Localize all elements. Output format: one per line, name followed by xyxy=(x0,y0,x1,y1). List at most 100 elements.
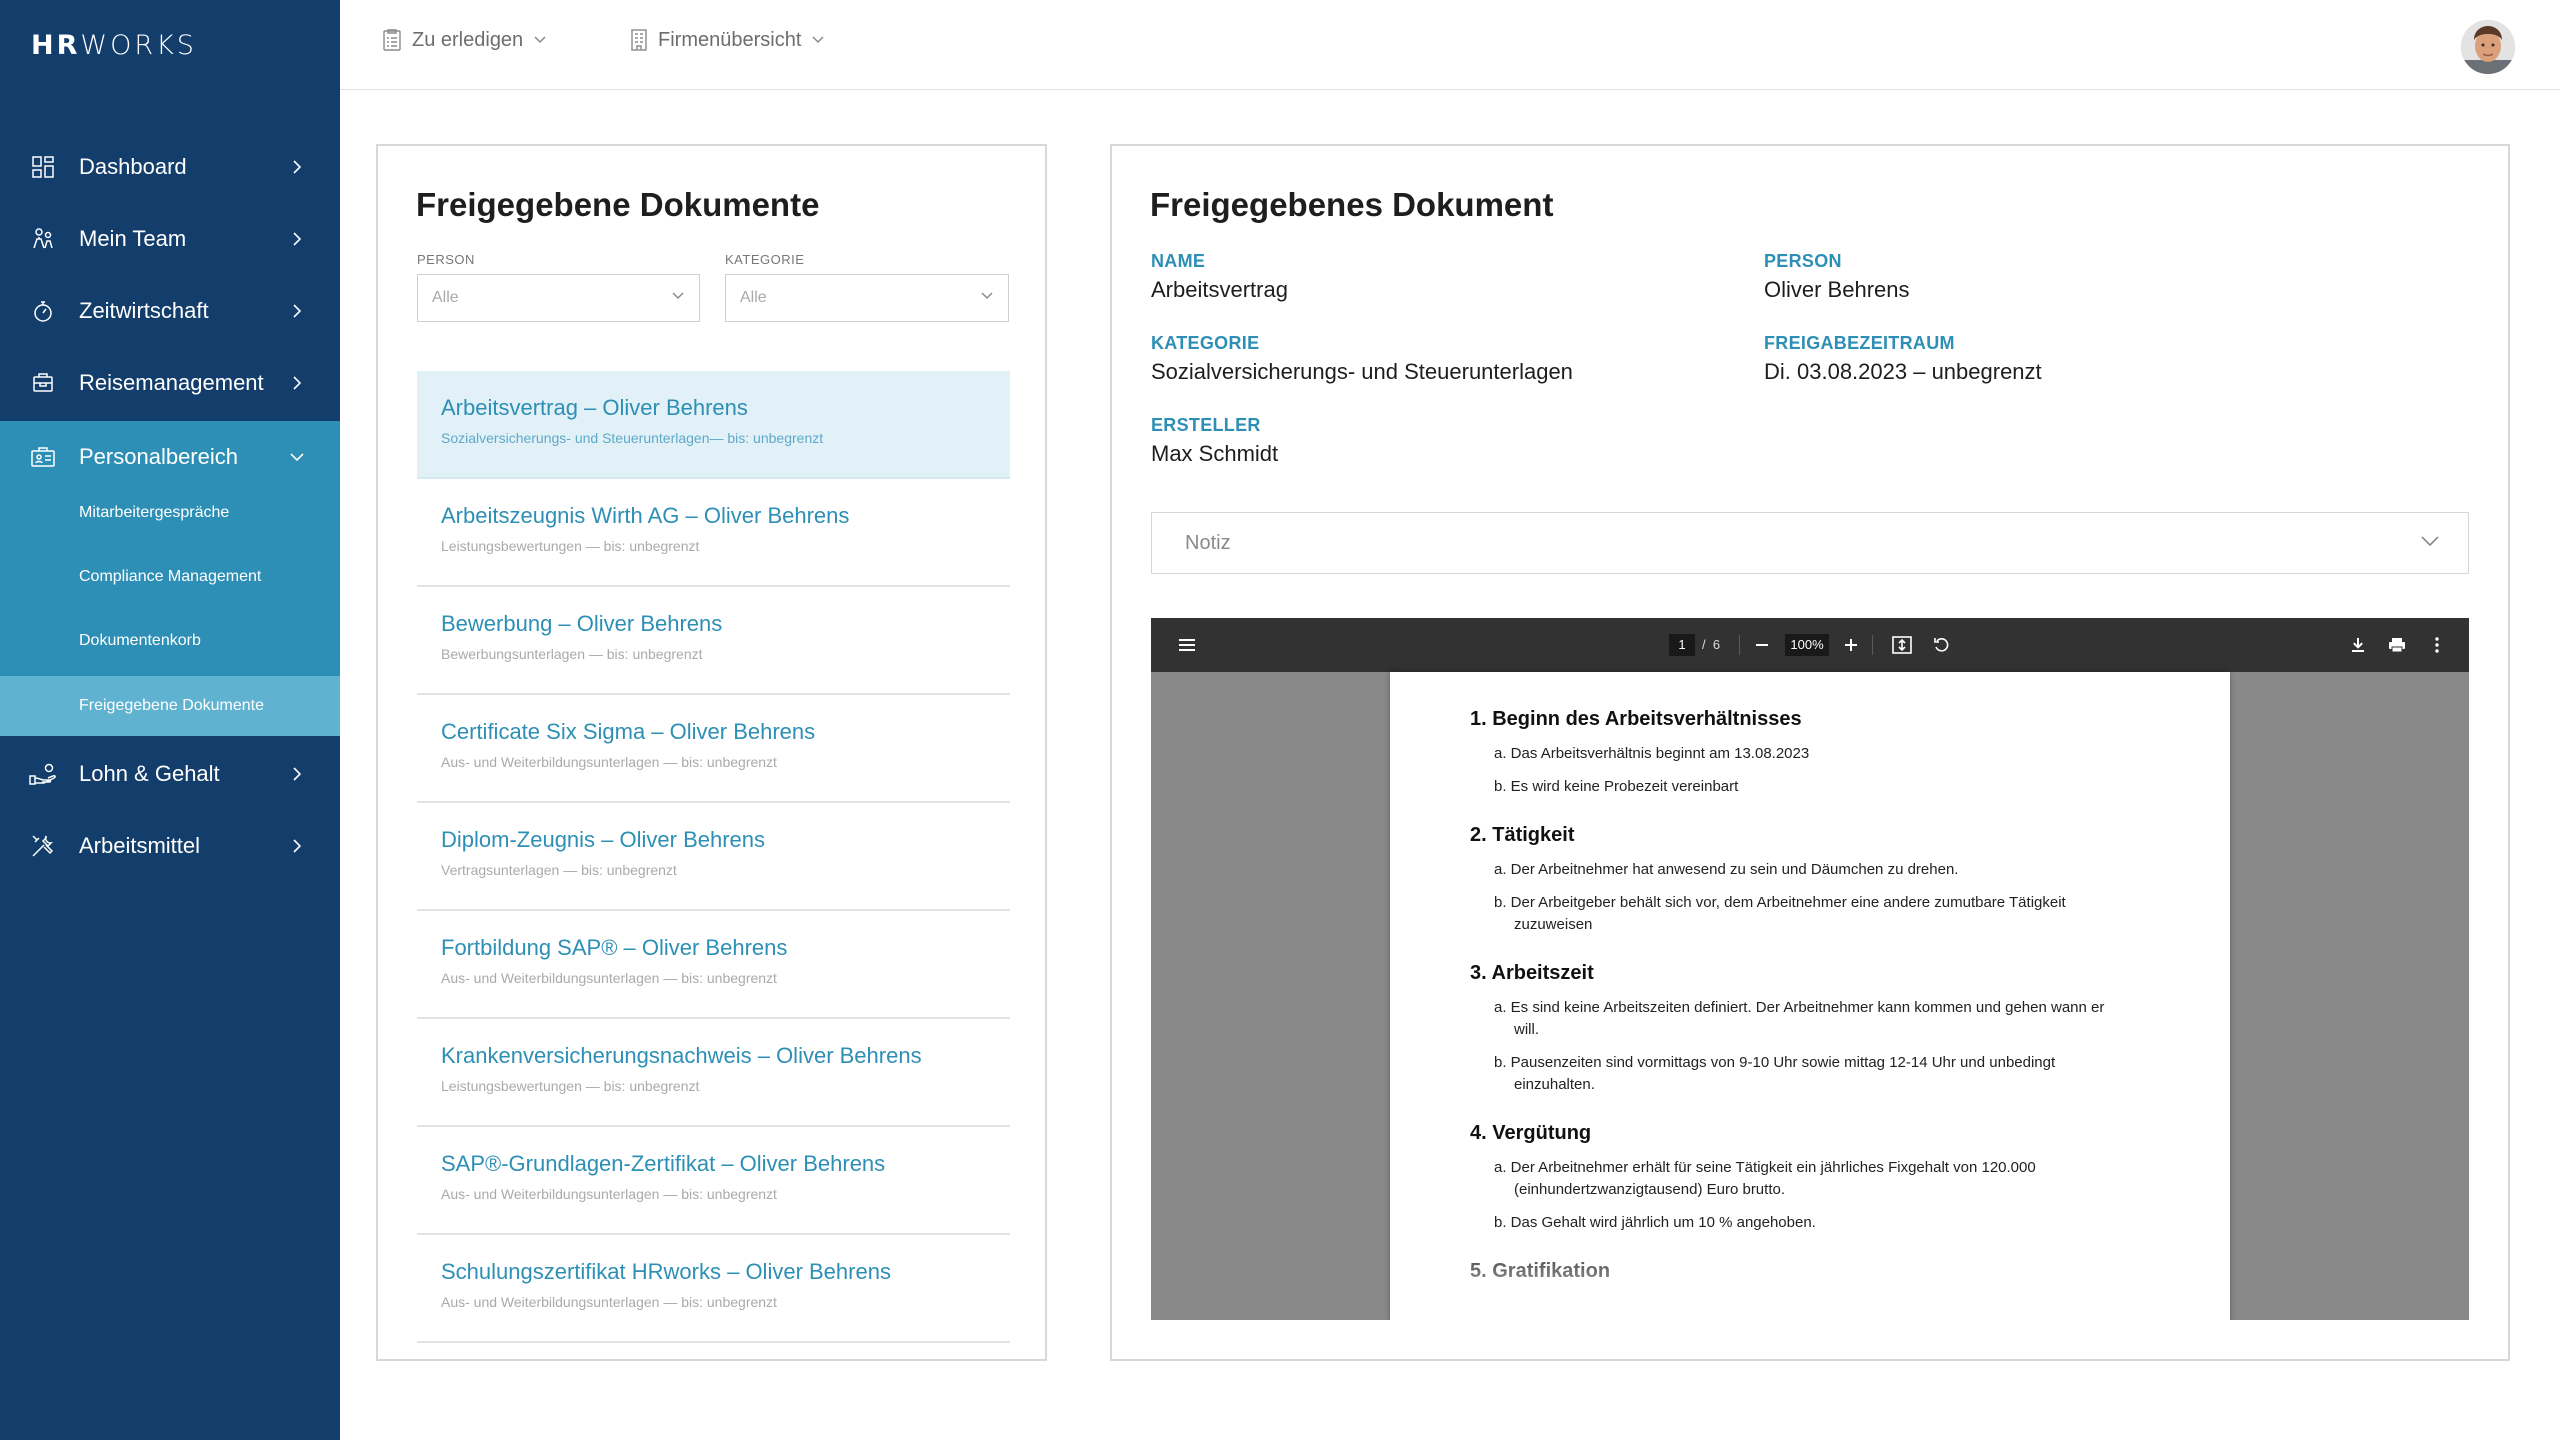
document-subtitle: Aus- und Weiterbildungsunterlagen — bis:… xyxy=(441,1294,777,1310)
document-title: Schulungszertifikat HRworks – Oliver Beh… xyxy=(441,1259,891,1284)
document-section: 5. Gratifikation xyxy=(1470,1260,2110,1283)
page-count: / 6 xyxy=(1702,637,1720,652)
hrworks-logo[interactable]: HRWORKS xyxy=(31,30,197,61)
salary-icon xyxy=(28,759,58,789)
zoom-level-input[interactable]: 100% xyxy=(1785,634,1829,656)
document-list-item[interactable]: Schulungszertifikat HRworks – Oliver Beh… xyxy=(417,1235,1010,1343)
document-title: Diplom-Zeugnis – Oliver Behrens xyxy=(441,827,766,852)
rotate-icon[interactable] xyxy=(1932,635,1952,655)
user-avatar[interactable] xyxy=(2461,20,2515,74)
chevron-right-icon xyxy=(293,376,302,390)
todo-menu[interactable]: Zu erledigen xyxy=(382,28,547,52)
category-filter-value: Alle xyxy=(740,289,767,306)
menu-icon[interactable] xyxy=(1177,635,1197,655)
person-filter-select[interactable]: Alle xyxy=(417,274,700,322)
sidebar: HRWORKS Dashboard Mein Team Zeitwirtscha… xyxy=(0,0,340,1440)
document-list-item[interactable]: SAP®-Grundlagen-Zertifikat – Oliver Behr… xyxy=(417,1127,1010,1235)
document-list-item[interactable]: Arbeitsvertrag – Oliver Behrens Sozialve… xyxy=(417,371,1010,479)
section-item: a. Das Arbeitsverhältnis beginnt am 13.0… xyxy=(1494,745,1810,762)
stopwatch-icon xyxy=(28,296,58,326)
release-period-label: FREIGABEZEITRAUM xyxy=(1764,333,1955,353)
dashboard-icon xyxy=(28,152,58,182)
document-list-item[interactable]: Krankenversicherungsnachweis – Oliver Be… xyxy=(417,1019,1010,1127)
section-item: b. Pausenzeiten sind vormittags von 9-10… xyxy=(1494,1054,2056,1093)
document-subtitle: Leistungsbewertungen — bis: unbegrenzt xyxy=(441,538,700,554)
document-section: 4. Vergütung a. Der Arbeitnehmer erhält … xyxy=(1470,1122,2110,1234)
toolbar-divider xyxy=(1872,635,1873,655)
sidebar-item-label: Dashboard xyxy=(79,154,187,179)
document-list-item[interactable]: Fortbildung SAP® – Oliver Behrens Aus- u… xyxy=(417,911,1010,1019)
shared-documents-panel: Freigegebene Dokumente PERSON Alle KATEG… xyxy=(376,144,1047,1361)
chevron-down-icon xyxy=(290,453,304,462)
page-number-input[interactable]: 1 xyxy=(1669,634,1695,656)
fit-page-icon[interactable] xyxy=(1892,635,1912,655)
personalbereich-submenu: Mitarbeitergespräche Compliance Manageme… xyxy=(0,482,340,677)
category-label: KATEGORIE xyxy=(1151,333,1260,353)
document-section: 2. Tätigkeit a. Der Arbeitnehmer hat anw… xyxy=(1470,824,2110,936)
creator-value: Max Schmidt xyxy=(1151,441,1279,466)
sidebar-item-label: Reisemanagement xyxy=(79,370,264,395)
section-title: 2. Tätigkeit xyxy=(1470,824,1575,846)
toolbar-divider xyxy=(1739,635,1740,655)
tools-icon xyxy=(28,831,58,861)
travel-icon xyxy=(28,368,58,398)
document-list-item[interactable]: Bewerbung – Oliver Behrens Bewerbungsunt… xyxy=(417,587,1010,695)
pdf-page-content: 1. Beginn des Arbeitsverhältnisses a. Da… xyxy=(1470,708,2110,1309)
building-icon xyxy=(631,29,647,51)
note-accordion[interactable]: Notiz xyxy=(1151,512,2469,574)
release-period-value: Di. 03.08.2023 – unbegrenzt xyxy=(1764,359,2042,384)
document-list-item[interactable]: Arbeitszeugnis Wirth AG – Oliver Behrens… xyxy=(417,479,1010,587)
submenu-item-freigegebene-dokumente[interactable]: Freigegebene Dokumente xyxy=(0,676,340,736)
sidebar-item-arbeitsmittel[interactable]: Arbeitsmittel xyxy=(0,810,340,882)
print-icon[interactable] xyxy=(2387,635,2407,655)
company-overview-menu[interactable]: Firmenübersicht xyxy=(630,28,825,52)
submenu-item-dokumentenkorb[interactable]: Dokumentenkorb xyxy=(0,610,340,672)
shared-document-detail-panel: Freigegebenes Dokument NAME Arbeitsvertr… xyxy=(1110,144,2510,1361)
section-item: b. Das Gehalt wird jährlich um 10 % ange… xyxy=(1494,1214,1816,1231)
submenu-item-mitarbeitergespraeche[interactable]: Mitarbeitergespräche xyxy=(0,482,340,544)
section-title: 5. Gratifikation xyxy=(1470,1260,1611,1282)
sidebar-item-reisemanagement[interactable]: Reisemanagement xyxy=(0,347,340,419)
name-value: Arbeitsvertrag xyxy=(1151,277,1288,302)
sidebar-item-lohn-gehalt[interactable]: Lohn & Gehalt xyxy=(0,738,340,810)
chevron-down-icon xyxy=(812,36,824,44)
pdf-viewer: 1 / 6 100% 1. Beginn des Arbeitsverhältn… xyxy=(1151,618,2469,1320)
sidebar-item-mein-team[interactable]: Mein Team xyxy=(0,203,340,275)
zoom-out-icon[interactable] xyxy=(1752,635,1772,655)
person-label: PERSON xyxy=(1764,251,1842,271)
note-label: Notiz xyxy=(1185,531,1231,554)
document-section: 3. Arbeitszeit a. Es sind keine Arbeitsz… xyxy=(1470,962,2110,1096)
document-title: Bewerbung – Oliver Behrens xyxy=(441,611,723,636)
panel-title: Freigegebenes Dokument xyxy=(1150,186,1554,223)
pdf-toolbar: 1 / 6 100% xyxy=(1151,618,2469,672)
sidebar-item-dashboard[interactable]: Dashboard xyxy=(0,131,340,203)
document-subtitle: Aus- und Weiterbildungsunterlagen — bis:… xyxy=(441,754,777,770)
person-filter-value: Alle xyxy=(432,289,459,306)
sidebar-item-zeitwirtschaft[interactable]: Zeitwirtschaft xyxy=(0,275,340,347)
download-icon[interactable] xyxy=(2348,635,2368,655)
document-section: 1. Beginn des Arbeitsverhältnisses a. Da… xyxy=(1470,708,2110,798)
submenu-item-compliance-management[interactable]: Compliance Management xyxy=(0,546,340,608)
document-title: Certificate Six Sigma – Oliver Behrens xyxy=(441,719,816,744)
chevron-down-icon xyxy=(981,292,993,300)
panel-title: Freigegebene Dokumente xyxy=(416,186,820,223)
more-options-icon[interactable] xyxy=(2427,635,2447,655)
document-subtitle: Vertragsunterlagen — bis: unbegrenzt xyxy=(441,862,677,878)
zoom-in-icon[interactable] xyxy=(1841,635,1861,655)
chevron-right-icon xyxy=(293,160,302,174)
clipboard-icon xyxy=(383,29,401,51)
chevron-down-icon xyxy=(534,36,546,44)
document-title: Krankenversicherungsnachweis – Oliver Be… xyxy=(441,1043,922,1068)
sidebar-item-label: Arbeitsmittel xyxy=(79,833,201,858)
category-filter-label: KATEGORIE xyxy=(725,252,805,267)
section-title: 3. Arbeitszeit xyxy=(1470,962,1594,984)
section-item: a. Es sind keine Arbeitszeiten definiert… xyxy=(1494,999,2105,1038)
creator-label: ERSTELLER xyxy=(1151,415,1261,435)
document-subtitle: Aus- und Weiterbildungsunterlagen — bis:… xyxy=(441,970,777,986)
section-title: 1. Beginn des Arbeitsverhältnisses xyxy=(1470,708,1802,730)
document-list-item[interactable]: Certificate Six Sigma – Oliver Behrens A… xyxy=(417,695,1010,803)
todo-menu-label: Zu erledigen xyxy=(412,28,524,51)
category-filter-select[interactable]: Alle xyxy=(725,274,1009,322)
document-list-item[interactable]: Diplom-Zeugnis – Oliver Behrens Vertrags… xyxy=(417,803,1010,911)
sidebar-item-label: Zeitwirtschaft xyxy=(79,298,209,323)
